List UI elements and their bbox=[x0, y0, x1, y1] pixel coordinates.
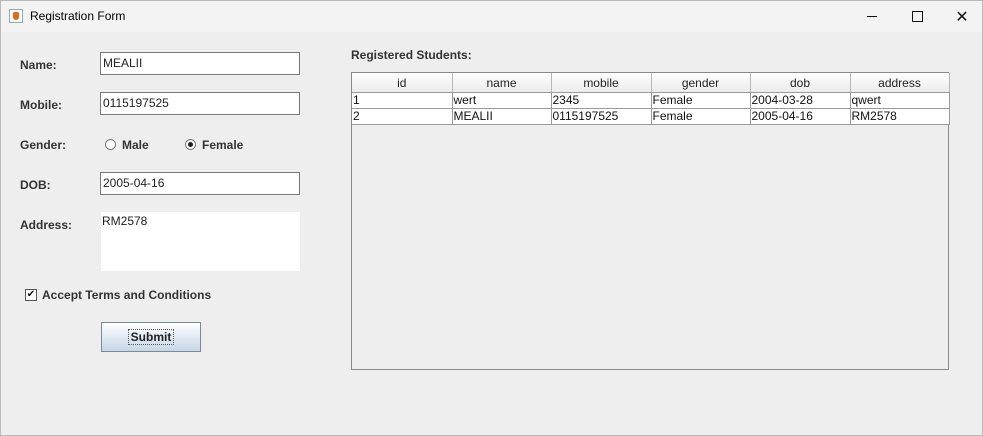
table-cell[interactable]: Female bbox=[651, 92, 751, 109]
table-cell[interactable]: 1 bbox=[352, 92, 453, 109]
column-header-dob[interactable]: dob bbox=[750, 73, 851, 93]
minimize-icon bbox=[867, 16, 877, 17]
column-header-gender[interactable]: gender bbox=[651, 73, 751, 93]
java-app-icon bbox=[9, 9, 23, 23]
table-cell[interactable]: wert bbox=[452, 92, 552, 109]
maximize-button[interactable] bbox=[894, 1, 940, 32]
table-row[interactable]: 1 wert 2345 Female 2004-03-28 qwert bbox=[352, 92, 950, 109]
minimize-button[interactable] bbox=[849, 1, 895, 32]
registration-window: Registration Form ✕ Name: MEALII Mobile:… bbox=[0, 0, 983, 436]
address-textarea[interactable]: RM2578 bbox=[100, 211, 301, 272]
female-radio[interactable] bbox=[185, 139, 196, 150]
close-icon: ✕ bbox=[955, 6, 969, 26]
male-radio-label[interactable]: Male bbox=[122, 138, 149, 152]
submit-button-label: Submit bbox=[127, 329, 175, 345]
table-row[interactable]: 2 MEALII 0115197525 Female 2005-04-16 RM… bbox=[352, 108, 950, 125]
gender-label: Gender: bbox=[20, 138, 67, 152]
table-cell[interactable]: 2005-04-16 bbox=[750, 108, 851, 125]
name-input[interactable]: MEALII bbox=[100, 52, 300, 75]
students-table-panel[interactable]: id name mobile gender dob address 1 wert… bbox=[351, 72, 950, 370]
address-label: Address: bbox=[20, 218, 73, 232]
table-cell[interactable]: 2 bbox=[352, 108, 453, 125]
table-cell[interactable]: Female bbox=[651, 108, 751, 125]
column-header-mobile[interactable]: mobile bbox=[551, 73, 652, 93]
registered-students-title: Registered Students: bbox=[351, 48, 472, 62]
table-cell[interactable]: qwert bbox=[850, 92, 950, 109]
mobile-label: Mobile: bbox=[20, 98, 62, 112]
table-cell[interactable]: MEALII bbox=[452, 108, 552, 125]
name-label: Name: bbox=[20, 58, 57, 72]
column-header-address[interactable]: address bbox=[850, 73, 950, 93]
table-header-row: id name mobile gender dob address bbox=[352, 73, 950, 93]
submit-button[interactable]: Submit bbox=[101, 322, 201, 352]
column-header-name[interactable]: name bbox=[452, 73, 552, 93]
terms-label[interactable]: Accept Terms and Conditions bbox=[42, 288, 211, 302]
column-header-id[interactable]: id bbox=[352, 73, 453, 93]
close-button[interactable]: ✕ bbox=[939, 1, 983, 32]
maximize-icon bbox=[911, 11, 923, 22]
table-cell[interactable]: 2345 bbox=[551, 92, 652, 109]
title-bar[interactable]: Registration Form ✕ bbox=[1, 1, 982, 32]
dob-label: DOB: bbox=[20, 178, 51, 192]
table-cell[interactable]: 0115197525 bbox=[551, 108, 652, 125]
table-cell[interactable]: RM2578 bbox=[850, 108, 950, 125]
male-radio[interactable] bbox=[105, 139, 116, 150]
window-title: Registration Form bbox=[30, 9, 126, 23]
mobile-input[interactable]: 0115197525 bbox=[100, 92, 300, 115]
table-cell[interactable]: 2004-03-28 bbox=[750, 92, 851, 109]
dob-input[interactable]: 2005-04-16 bbox=[100, 172, 300, 195]
terms-checkbox[interactable]: ✔ bbox=[25, 289, 37, 301]
students-table[interactable]: id name mobile gender dob address 1 wert… bbox=[352, 73, 950, 125]
female-radio-label[interactable]: Female bbox=[202, 138, 243, 152]
